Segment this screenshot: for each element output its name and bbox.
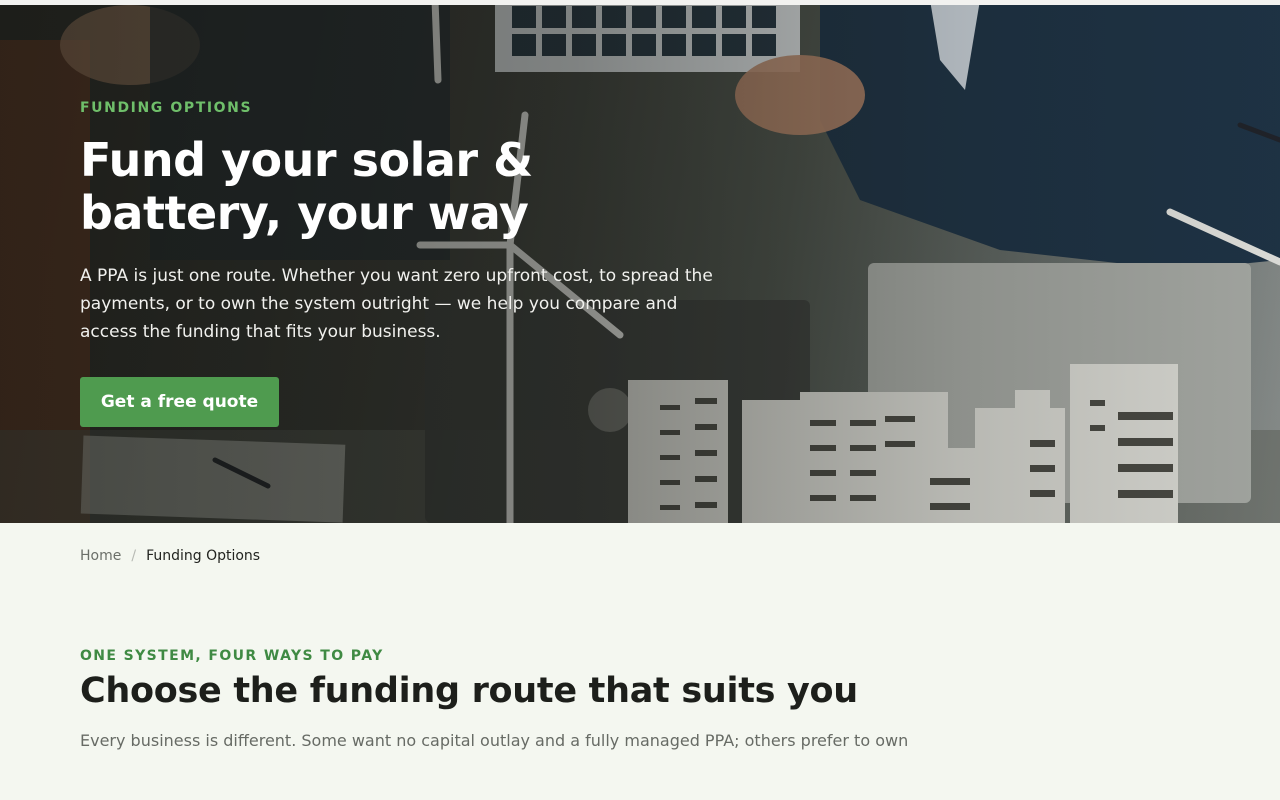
get-free-quote-button[interactable]: Get a free quote bbox=[80, 377, 279, 427]
funding-routes-section: ONE SYSTEM, FOUR WAYS TO PAY Choose the … bbox=[80, 648, 1200, 754]
hero-title: Fund your solar & battery, your way bbox=[80, 133, 533, 240]
hero-banner: FUNDING OPTIONS Fund your solar & batter… bbox=[0, 0, 1280, 523]
section-eyebrow: ONE SYSTEM, FOUR WAYS TO PAY bbox=[80, 648, 384, 664]
breadcrumb-current: Funding Options bbox=[146, 548, 261, 564]
hero-content: FUNDING OPTIONS Fund your solar & batter… bbox=[80, 100, 780, 427]
section-lead: Every business is different. Some want n… bbox=[80, 731, 909, 750]
breadcrumb: Home / Funding Options bbox=[80, 548, 260, 564]
hero-eyebrow: FUNDING OPTIONS bbox=[80, 100, 253, 116]
hero-lead: A PPA is just one route. Whether you wan… bbox=[80, 266, 713, 342]
top-border bbox=[0, 0, 1280, 5]
breadcrumb-home-link[interactable]: Home bbox=[80, 548, 121, 564]
breadcrumb-separator: / bbox=[131, 548, 137, 564]
section-title: Choose the funding route that suits you bbox=[80, 671, 858, 711]
